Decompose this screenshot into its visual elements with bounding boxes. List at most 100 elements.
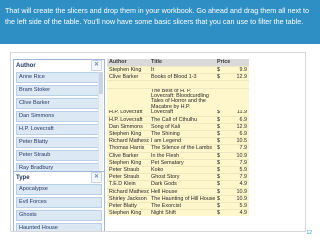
cell-author[interactable]: Peter Straub — [107, 167, 149, 173]
table-row[interactable]: Stephen King Night Shift $4.9 — [107, 209, 249, 217]
cell-author[interactable]: Richard Matheson — [107, 138, 149, 144]
column-header-title[interactable]: Title — [149, 59, 215, 66]
slicer-item-haunted-house[interactable]: Haunted House — [16, 223, 102, 231]
slicer-item-peter-blatty[interactable]: Peter Blatty — [16, 137, 102, 148]
cell-author[interactable] — [107, 81, 149, 87]
slicer-item-bram-stoker[interactable]: Bram Stoker — [16, 85, 102, 96]
cell-title[interactable]: I am Legend — [149, 138, 215, 144]
table-row[interactable]: Peter Straub Koko $5.9 — [107, 166, 249, 174]
cell-title[interactable]: The Haunting of Hill House — [149, 196, 215, 202]
slicer-item-dan-simmons[interactable]: Dan Simmons — [16, 111, 102, 122]
cell-title[interactable]: It — [149, 67, 215, 73]
cell-title[interactable] — [149, 81, 215, 87]
cell-author[interactable]: Clive Barker — [107, 153, 149, 159]
slicer-item-clive-barker[interactable]: Clive Barker — [16, 98, 102, 109]
author-slicer[interactable]: Author ✕ Anne Rice Bram Stoker Clive Bar… — [13, 59, 105, 178]
cell-title[interactable]: The Exorcist — [149, 203, 215, 209]
slicer-item-apocalypse[interactable]: Apocalypse — [16, 184, 102, 195]
cell-price[interactable]: $6.9 — [215, 131, 249, 137]
table-row[interactable]: Thomas Harris The Silence of the Lambs $… — [107, 144, 249, 152]
slicer-header: Author ✕ — [14, 60, 104, 71]
cell-author[interactable]: Stephen King — [107, 160, 149, 166]
cell-title[interactable]: The Silence of the Lambs — [149, 145, 215, 151]
cell-author[interactable]: T.E.D Klein — [107, 181, 149, 187]
cell-title[interactable]: Hell House — [149, 189, 215, 195]
cell-author[interactable]: Clive Barker — [107, 74, 149, 80]
cell-title[interactable]: Night Shift — [149, 210, 215, 216]
cell-author[interactable]: Shirley Jackson — [107, 196, 149, 202]
cell-price[interactable]: $10.9 — [215, 196, 249, 202]
table-row[interactable]: Peter Blatty The Exorcist $5.9 — [107, 202, 249, 210]
cell-price[interactable]: $7.9 — [215, 160, 249, 166]
table-row[interactable] — [107, 80, 249, 88]
cell-author[interactable]: Peter Blatty — [107, 203, 149, 209]
price-value: 5.9 — [239, 203, 248, 210]
table-row[interactable]: Dan Simmons Song of Kali $12.9 — [107, 122, 249, 131]
cell-title[interactable]: In the Flesh — [149, 153, 215, 159]
cell-author[interactable]: H.P. Lovecraft — [107, 117, 149, 123]
slicer-item-peter-straub[interactable]: Peter Straub — [16, 150, 102, 161]
cell-title[interactable]: The Call of Cthulhu — [149, 117, 215, 123]
table-row[interactable]: Richard Matheson Hell House $10.9 — [107, 187, 249, 195]
cell-price[interactable]: $12.9 — [215, 74, 249, 80]
cell-author[interactable]: Stephen King — [107, 210, 149, 216]
cell-title[interactable]: Ghost Story — [149, 174, 215, 180]
clear-filter-icon[interactable]: ✕ — [91, 172, 102, 183]
slicer-item-evil-forces[interactable]: Evil Forces — [16, 197, 102, 208]
table-row[interactable]: Richard Matheson I am Legend $10.5 — [107, 137, 249, 145]
cell-price[interactable]: $11.9 — [215, 110, 249, 115]
table-row[interactable]: H.P. Lovecraft The Best of H. P. Lovecra… — [107, 87, 249, 116]
cell-title[interactable]: Pet Sematary — [149, 160, 215, 166]
currency-symbol: $ — [217, 181, 220, 188]
cell-author[interactable]: Dan Simmons — [107, 124, 149, 130]
cell-title[interactable]: Koko — [149, 167, 215, 173]
column-header-author[interactable]: Author — [107, 59, 149, 66]
cell-price[interactable]: $6.9 — [215, 117, 249, 123]
cell-title[interactable]: Dark Gods — [149, 181, 215, 187]
table-row[interactable]: T.E.D Klein Dark Gods $4.9 — [107, 180, 249, 188]
slicer-item-ghosts[interactable]: Ghosts — [16, 210, 102, 221]
currency-symbol: $ — [217, 195, 220, 202]
cell-title[interactable]: Song of Kali — [149, 124, 215, 130]
currency-symbol: $ — [217, 138, 220, 145]
cell-price[interactable]: $12.9 — [215, 124, 249, 130]
cell-title[interactable]: The Best of H. P. Lovecraft: Bloodcurdli… — [149, 89, 215, 116]
cell-author[interactable]: H.P. Lovecraft — [107, 110, 149, 115]
table-row[interactable]: Shirley Jackson The Haunting of Hill Hou… — [107, 194, 249, 203]
table-row[interactable]: Stephen King The Shining $6.9 — [107, 130, 249, 138]
table-row[interactable]: Peter Straub Ghost Story $7.9 — [107, 173, 249, 181]
cell-title[interactable]: Books of Blood 1-3 — [149, 74, 215, 80]
cell-price[interactable]: $5.9 — [215, 203, 249, 209]
table-row[interactable]: Clive Barker In the Flesh $10.9 — [107, 151, 249, 159]
cell-author[interactable]: Peter Straub — [107, 174, 149, 180]
column-header-price[interactable]: Price — [215, 59, 249, 66]
instruction-banner: That will create the slicers and drop th… — [0, 0, 320, 44]
cell-author[interactable]: Richard Matheson — [107, 189, 149, 195]
table-row[interactable]: Stephen King It $9.9 — [107, 66, 249, 74]
cell-price[interactable]: $10.9 — [215, 153, 249, 159]
cell-price[interactable]: $7.9 — [215, 145, 249, 151]
cell-author[interactable]: Thomas Harris — [107, 145, 149, 151]
cell-price[interactable]: $9.9 — [215, 67, 249, 73]
clear-filter-icon[interactable]: ✕ — [91, 60, 102, 71]
table-row[interactable]: Clive Barker Books of Blood 1-3 $12.9 — [107, 73, 249, 81]
cell-price[interactable] — [215, 81, 249, 87]
cell-price[interactable]: $10.9 — [215, 189, 249, 195]
cell-price[interactable]: $7.9 — [215, 174, 249, 180]
table-row[interactable]: Stephen King Pet Sematary $7.9 — [107, 158, 249, 167]
cell-author[interactable]: Stephen King — [107, 131, 149, 137]
slicer-item-hp-lovecraft[interactable]: H.P. Lovecraft — [16, 124, 102, 135]
cell-price[interactable]: $4.9 — [215, 181, 249, 187]
cell-price[interactable]: $5.9 — [215, 167, 249, 173]
cell-author[interactable]: Stephen King — [107, 67, 149, 73]
cell-price[interactable]: $4.9 — [215, 210, 249, 216]
type-slicer[interactable]: Type ✕ Apocalypse Evil Forces Ghosts Hau… — [13, 171, 105, 231]
scrollbar-thumb[interactable] — [99, 72, 103, 94]
table-row[interactable]: H.P. Lovecraft The Call of Cthulhu $6.9 — [107, 115, 249, 123]
slicer-items: Anne Rice Bram Stoker Clive Barker Dan S… — [14, 71, 104, 177]
cell-title[interactable]: The Shining — [149, 131, 215, 137]
cell-price[interactable]: $10.5 — [215, 138, 249, 144]
slicer-item-anne-rice[interactable]: Anne Rice — [16, 72, 102, 83]
price-value: 10.9 — [236, 195, 248, 202]
slicer-scrollbar[interactable] — [98, 72, 103, 175]
